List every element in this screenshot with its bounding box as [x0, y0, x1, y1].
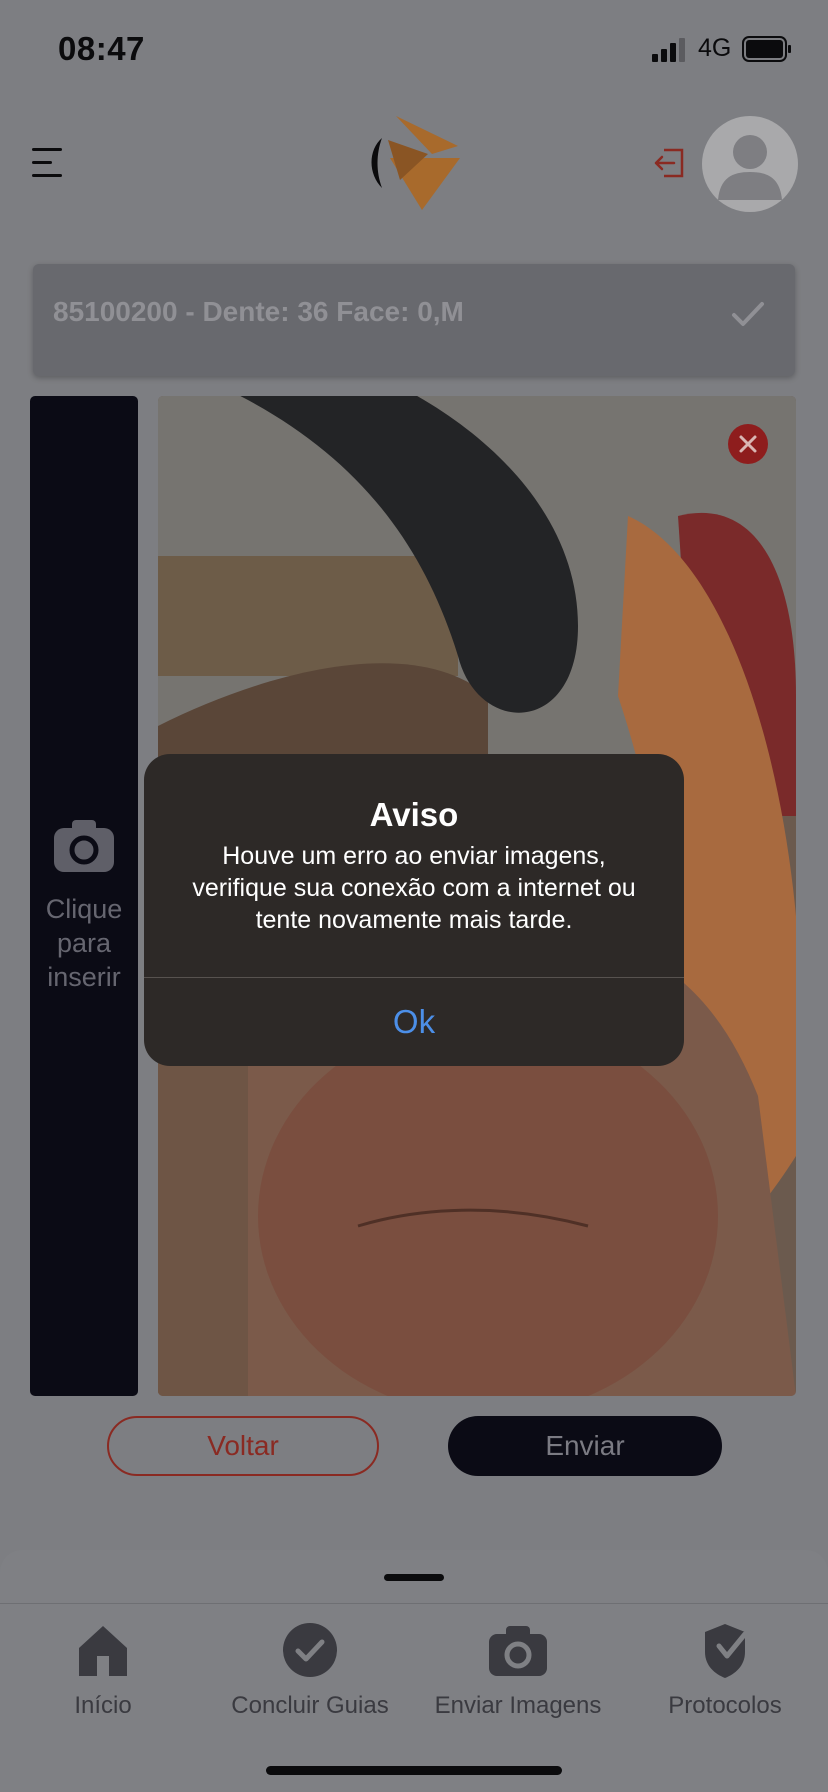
- menu-icon[interactable]: [30, 146, 66, 180]
- alert-dialog: Aviso Houve um erro ao enviar imagens, v…: [144, 754, 684, 1066]
- shield-check-icon: [705, 1624, 748, 1678]
- logout-icon[interactable]: [652, 146, 688, 180]
- check-circle-icon: [283, 1623, 337, 1677]
- cellular-signal-icon: [652, 38, 685, 62]
- tab-inicio-label: Início: [74, 1692, 132, 1719]
- app-logo: [371, 116, 460, 210]
- tab-enviar-imagens-label: Enviar Imagens: [434, 1692, 602, 1719]
- tab-protocolos-label: Protocolos: [668, 1692, 782, 1719]
- back-button[interactable]: Voltar: [107, 1416, 379, 1476]
- send-button[interactable]: Enviar: [448, 1416, 722, 1476]
- user-icon: [718, 135, 782, 200]
- checkmark-icon: [732, 302, 764, 326]
- tab-concluir-guias[interactable]: Concluir Guias: [210, 1620, 410, 1720]
- network-type: 4G: [698, 34, 732, 62]
- sheet-grab-handle[interactable]: [384, 1574, 444, 1581]
- procedure-selector[interactable]: 85100200 - Dente: 36 Face: 0,M: [33, 264, 795, 376]
- tab-protocolos[interactable]: Protocolos: [625, 1620, 825, 1720]
- alert-title: Aviso: [369, 796, 459, 833]
- user-avatar[interactable]: [702, 116, 798, 212]
- procedure-label: 85100200 - Dente: 36 Face: 0,M: [53, 296, 464, 327]
- tab-bar-divider: [0, 1603, 828, 1604]
- camera-icon: [54, 820, 114, 872]
- tab-concluir-guias-label: Concluir Guias: [231, 1692, 389, 1719]
- tab-enviar-imagens[interactable]: Enviar Imagens: [418, 1620, 618, 1720]
- alert-ok-button[interactable]: Ok: [144, 978, 684, 1066]
- status-time: 08:47: [58, 30, 145, 67]
- home-icon: [79, 1626, 127, 1676]
- remove-image-button[interactable]: [728, 424, 768, 464]
- add-image-label: Clique para inserir: [45, 894, 123, 992]
- tab-inicio[interactable]: Início: [3, 1620, 203, 1720]
- home-indicator: [266, 1766, 562, 1775]
- battery-icon: [742, 36, 791, 62]
- camera-icon: [489, 1626, 547, 1676]
- close-icon: [739, 435, 757, 453]
- alert-message: Houve um erro ao enviar imagens, verifiq…: [192, 842, 636, 934]
